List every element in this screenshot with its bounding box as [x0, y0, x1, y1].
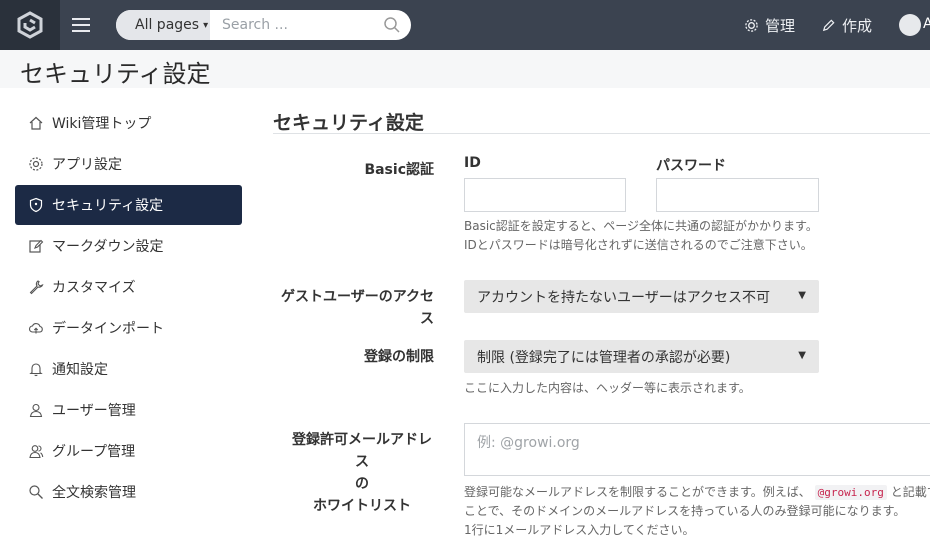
user-avatar[interactable] — [899, 14, 921, 36]
sidebar-item-group-management[interactable]: グループ管理 — [15, 431, 242, 471]
basic-auth-id-label: ID — [464, 155, 481, 171]
whitelist-help-line3: 1行に1メールアドレス入力してください。 — [464, 523, 695, 537]
hamburger-icon[interactable] — [72, 16, 90, 34]
sidebar-item-label: Wiki管理トップ — [52, 116, 152, 132]
whitelist-placeholder: 例: @growi.org — [477, 435, 580, 451]
create-page-link[interactable]: 作成 — [821, 0, 872, 50]
search-input[interactable]: Search ... — [222, 17, 288, 33]
sidebar-item-label: 全文検索管理 — [52, 485, 136, 501]
registration-mode-label: 登録の制限 — [364, 349, 434, 365]
admin-link[interactable]: 管理 — [744, 0, 795, 50]
basic-auth-help-line2: IDとパスワードは暗号化されずに送信されるのでご注意下さい。 — [464, 238, 813, 252]
basic-auth-label: Basic認証 — [364, 162, 434, 178]
registration-help: ここに入力した内容は、ヘッダー等に表示されます。 — [464, 381, 751, 395]
sidebar-item-fulltext-search[interactable]: 全文検索管理 — [15, 472, 242, 512]
sidebar-item-label: グループ管理 — [52, 444, 136, 460]
whitelist-help-line1: 登録可能なメールアドレスを制限することができます。例えば、 @growi.org… — [464, 483, 930, 502]
basic-auth-id-input[interactable] — [464, 178, 626, 212]
search-icon — [29, 485, 43, 499]
guest-access-select[interactable]: アカウントを持たないユーザーはアクセス不可 ▼ — [464, 280, 819, 313]
wrench-icon — [29, 280, 44, 295]
top-navbar: All pages ▾ Search ... 管理 作成 A — [0, 0, 930, 50]
sidebar-item-label: マークダウン設定 — [52, 239, 164, 255]
search-scope-label: All pages — [135, 17, 200, 33]
gear-icon — [745, 18, 758, 32]
basic-auth-password-input[interactable] — [656, 178, 819, 212]
caret-down-icon: ▼ — [798, 350, 806, 361]
user-initial[interactable]: A — [923, 16, 930, 32]
sidebar-item-label: ユーザー管理 — [52, 403, 136, 419]
admin-sidebar: Wiki管理トップ アプリ設定 セキュリティ設定 マークダウン設定 カスタマイズ… — [15, 103, 242, 513]
whitelist-help-text-a: 登録可能なメールアドレスを制限することができます。例えば、 — [464, 485, 811, 499]
edit-icon — [29, 239, 44, 253]
sidebar-item-data-import[interactable]: データインポート — [15, 308, 242, 348]
sidebar-item-label: データインポート — [52, 321, 164, 337]
whitelist-help-text-b: と記載すると — [890, 485, 930, 499]
home-icon — [29, 116, 43, 130]
section-heading: セキュリティ設定 — [273, 112, 424, 134]
page-title: セキュリティ設定 — [20, 60, 211, 88]
admin-label: 管理 — [765, 16, 796, 35]
pencil-icon — [822, 18, 835, 31]
basic-auth-password-label: パスワード — [656, 158, 726, 174]
whitelist-help-code: @growi.org — [814, 485, 887, 500]
section-divider — [273, 133, 930, 134]
whitelist-textarea[interactable]: 例: @growi.org — [464, 423, 930, 476]
registration-mode-selected: 制限 (登録完了には管理者の承認が必要) — [477, 349, 731, 366]
growi-logo-icon[interactable] — [0, 0, 60, 50]
guest-access-label-line2: ス — [420, 311, 434, 327]
basic-auth-help-line1: Basic認証を設定すると、ページ全体に共通の認証がかかります。 — [464, 219, 818, 233]
gear-icon — [29, 157, 43, 171]
sidebar-item-label: アプリ設定 — [52, 157, 122, 173]
guest-access-label: ゲストユーザーのアクセ ス — [270, 286, 434, 330]
sidebar-item-markdown[interactable]: マークダウン設定 — [15, 226, 242, 266]
caret-down-icon: ▾ — [203, 19, 209, 31]
search-box: All pages ▾ Search ... — [116, 10, 411, 40]
whitelist-help-line2: ことで、そのドメインのメールアドレスを持っている人のみ登録可能になります。 — [464, 504, 906, 518]
create-label: 作成 — [842, 16, 873, 35]
whitelist-label: 登録許可メールアドレス の ホワイトリスト — [270, 429, 434, 517]
sidebar-item-notification[interactable]: 通知設定 — [15, 349, 242, 389]
caret-down-icon: ▼ — [798, 290, 806, 301]
registration-mode-select[interactable]: 制限 (登録完了には管理者の承認が必要) ▼ — [464, 340, 819, 373]
user-icon — [29, 403, 43, 418]
sidebar-item-wiki-top[interactable]: Wiki管理トップ — [15, 103, 242, 143]
search-icon[interactable] — [383, 16, 401, 34]
sidebar-item-security[interactable]: セキュリティ設定 — [15, 185, 242, 225]
sidebar-item-app-settings[interactable]: アプリ設定 — [15, 144, 242, 184]
whitelist-label-line3: ホワイトリスト — [313, 498, 411, 514]
sidebar-item-label: カスタマイズ — [52, 280, 136, 296]
whitelist-label-line2: の — [355, 476, 369, 492]
bell-icon — [29, 363, 43, 377]
users-icon — [29, 445, 44, 459]
sidebar-item-customize[interactable]: カスタマイズ — [15, 267, 242, 307]
shield-icon — [29, 197, 43, 213]
sidebar-item-label: セキュリティ設定 — [52, 198, 164, 214]
whitelist-label-line1: 登録許可メールアドレス — [292, 432, 432, 470]
cloud-upload-icon — [29, 323, 43, 334]
guest-access-label-line1: ゲストユーザーのアクセ — [280, 289, 434, 305]
sidebar-item-user-management[interactable]: ユーザー管理 — [15, 390, 242, 430]
search-scope-dropdown[interactable]: All pages ▾ — [116, 10, 210, 40]
sidebar-item-label: 通知設定 — [52, 362, 108, 378]
guest-access-selected: アカウントを持たないユーザーはアクセス不可 — [477, 289, 771, 306]
